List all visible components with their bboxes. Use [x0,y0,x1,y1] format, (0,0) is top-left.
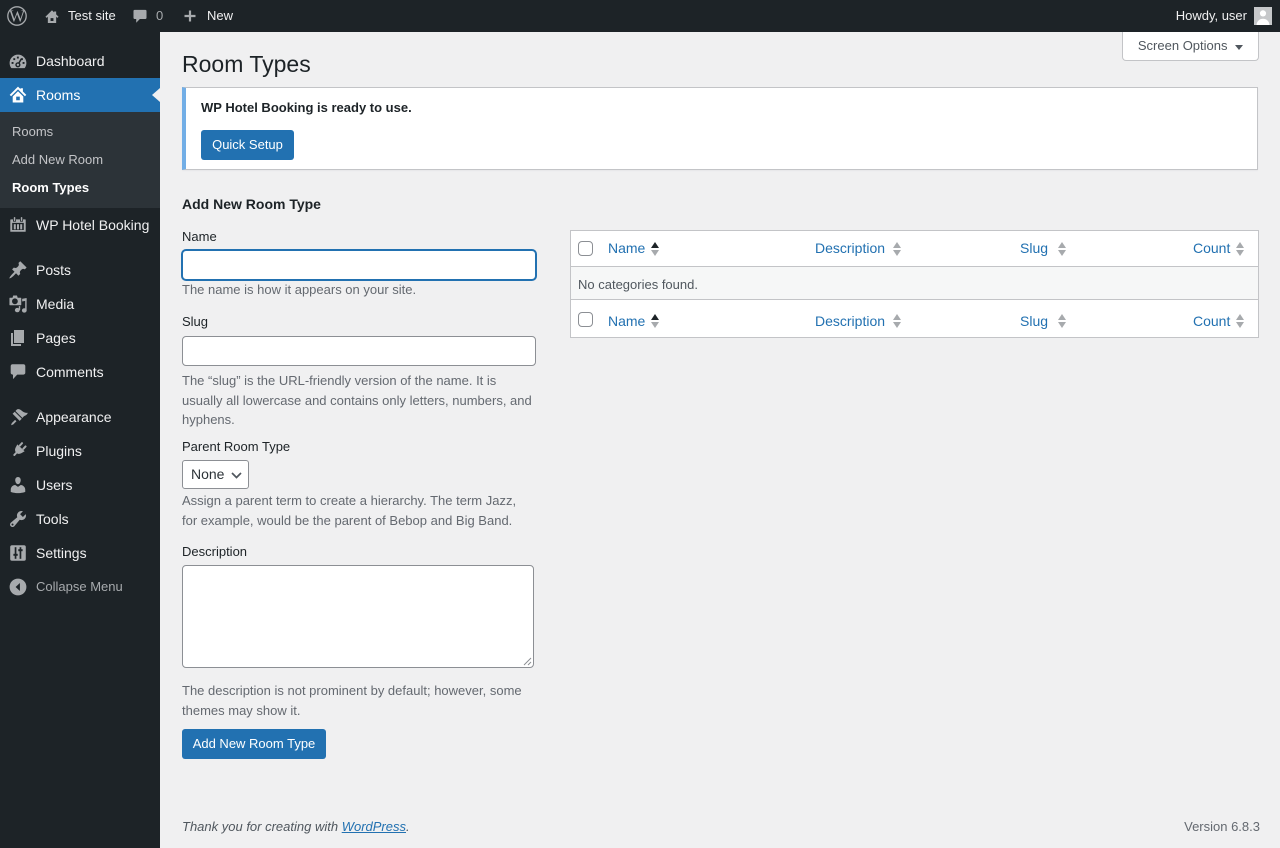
svg-text:W: W [9,7,26,26]
